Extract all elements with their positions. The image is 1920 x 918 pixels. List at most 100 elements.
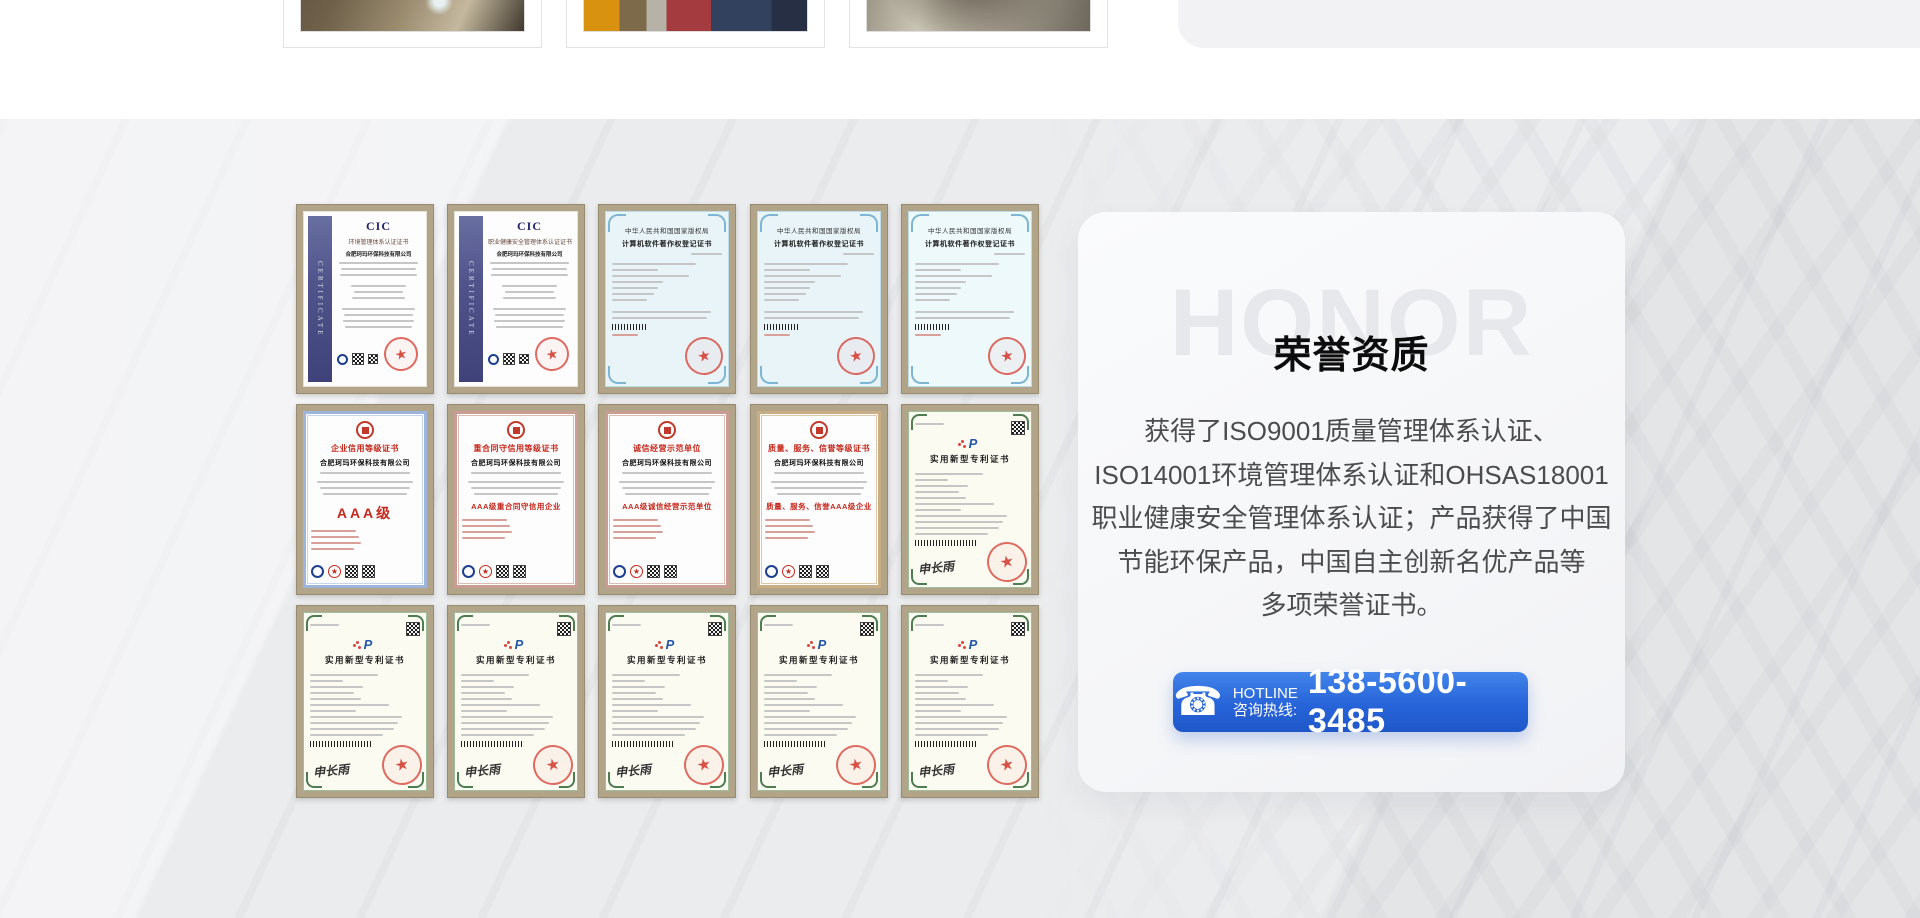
cert-text-line xyxy=(613,519,658,521)
cert-text-line xyxy=(502,285,557,287)
corner-ornament xyxy=(760,214,778,232)
barcode xyxy=(461,741,522,747)
honor-description: 获得了ISO9001质量管理体系认证、 ISO14001环境管理体系认证和OHS… xyxy=(1078,410,1625,628)
cert-text-line xyxy=(915,269,961,271)
certificate-copyright: 中华人民共和国国家版权局 计算机软件著作权登记证书 ★ xyxy=(901,204,1039,394)
cert-text-line xyxy=(612,317,707,319)
cic-band-label: CERTIFICATE xyxy=(467,261,475,338)
credit-emblem xyxy=(658,421,676,439)
certificate-cic: CERTIFICATE CIC 职业健康安全管理体系认证证书 合肥珂玛环保科技有… xyxy=(447,204,585,394)
cert-text-line xyxy=(612,311,711,313)
cert-text-line xyxy=(915,686,968,688)
cert-text-line xyxy=(311,548,354,550)
cert-text-line xyxy=(323,493,407,495)
description-line: 节能环保产品，中国自主创新名优产品等 xyxy=(1078,541,1625,585)
certificate-patent: P 实用新型专利证书 申长雨 ★ xyxy=(296,605,434,798)
corner-ornament xyxy=(911,615,927,631)
cert-text-line xyxy=(764,334,790,336)
cert-title: 计算机软件著作权登记证书 xyxy=(612,239,722,249)
cert-text-line xyxy=(764,686,817,688)
cert-text-line xyxy=(612,710,658,712)
corner-ornament xyxy=(760,366,778,384)
cert-text-line xyxy=(915,281,966,283)
project-photo-card-3[interactable] xyxy=(849,0,1108,48)
credit-round-logo xyxy=(462,565,475,578)
cic-band: CERTIFICATE xyxy=(459,216,483,382)
cert-text-line xyxy=(915,497,966,499)
cnipa-logo: P xyxy=(310,637,420,652)
barcode xyxy=(612,741,673,747)
cert-title: 计算机软件著作权登记证书 xyxy=(915,239,1025,249)
cert-text-line xyxy=(461,680,494,682)
certificate-cic: CERTIFICATE CIC 环境管理体系认证证书 合肥珂玛环保科技有限公司 … xyxy=(296,204,434,394)
cert-header-row xyxy=(612,622,722,636)
certificate-credit: 质量、服务、信誉等级证书 合肥珂玛环保科技有限公司 质量、服务、信誉AAA级企业… xyxy=(750,404,888,595)
cert-logos xyxy=(488,353,529,365)
cert-paper: 中华人民共和国国家版权局 计算机软件著作权登记证书 ★ xyxy=(605,211,729,387)
cert-logos: ★ xyxy=(462,565,570,578)
cert-logos xyxy=(337,353,378,365)
cert-text-line xyxy=(317,481,412,483)
cnipa-logo: P xyxy=(915,436,1025,451)
description-line: ISO14001环境管理体系认证和OHSAS18001 xyxy=(1078,454,1625,498)
cert-text-line xyxy=(764,710,810,712)
cert-text-line xyxy=(310,680,343,682)
hotline-button[interactable]: ☎ HOTLINE 咨询热线: 138-5600-3485 xyxy=(1173,672,1528,732)
cert-text-line xyxy=(310,716,402,718)
cert-text-line xyxy=(310,728,394,730)
cert-paper: P 实用新型专利证书 申长雨 ★ xyxy=(908,411,1032,588)
barcode xyxy=(915,324,950,330)
cert-text-line xyxy=(915,473,983,475)
cert-text-line xyxy=(354,291,404,293)
cert-text-line xyxy=(764,317,859,319)
cert-text-line xyxy=(461,734,534,736)
cic-logo: CIC xyxy=(488,219,571,234)
previous-section-panel xyxy=(1178,0,1920,48)
corner-ornament xyxy=(911,414,927,430)
cert-text-line xyxy=(341,268,416,270)
red-star-stamp: ★ xyxy=(630,565,643,578)
cic-round-logo xyxy=(337,354,348,365)
project-photo-card-2[interactable] xyxy=(566,0,825,48)
cert-paper: CERTIFICATE CIC 职业健康安全管理体系认证证书 合肥珂玛环保科技有… xyxy=(454,211,578,387)
cert-text-line xyxy=(495,314,565,316)
cert-text-line xyxy=(612,686,665,688)
hotline-number: 138-5600-3485 xyxy=(1308,663,1528,741)
cert-text-line xyxy=(612,263,696,265)
signature: 申长雨 xyxy=(463,760,501,781)
qr-code-icon xyxy=(352,353,364,365)
red-star-stamp: ★ xyxy=(782,565,795,578)
project-photo-card-1[interactable] xyxy=(283,0,542,48)
credit-round-logo xyxy=(613,565,626,578)
barcode xyxy=(310,741,371,747)
cert-text-line xyxy=(765,537,808,539)
qr-code-icon xyxy=(362,565,375,578)
signature: 申长雨 xyxy=(917,557,955,578)
cert-text-line xyxy=(462,519,507,521)
cert-text-line xyxy=(505,291,555,293)
cic-round-logo xyxy=(488,354,499,365)
certificate-patent: P 实用新型专利证书 申长雨 ★ xyxy=(901,404,1039,595)
cert-text-line xyxy=(915,293,957,295)
corner-ornament xyxy=(911,366,929,384)
cert-text-line xyxy=(915,722,1003,724)
cert-text-line xyxy=(310,734,383,736)
cert-award-text: 质量、服务、信誉AAA级企业 xyxy=(765,501,873,512)
description-line: 多项荣誉证书。 xyxy=(1078,584,1625,628)
cert-text-line xyxy=(468,481,563,483)
corner-ornament xyxy=(408,615,424,631)
credit-emblem xyxy=(507,421,525,439)
cnipa-logo: P xyxy=(461,637,571,652)
cert-company: 合肥珂玛环保科技有限公司 xyxy=(613,458,721,468)
cert-text-line xyxy=(915,710,961,712)
certificate-patent: P 实用新型专利证书 申长雨 ★ xyxy=(750,605,888,798)
page: CERTIFICATE CIC 环境管理体系认证证书 合肥珂玛环保科技有限公司 … xyxy=(0,0,1920,918)
cert-text-line xyxy=(915,311,1014,313)
corner-ornament xyxy=(860,214,878,232)
cert-header-row xyxy=(461,622,571,636)
cert-text-line xyxy=(471,487,562,489)
corner-ornament xyxy=(708,214,726,232)
cert-text-line xyxy=(915,317,1010,319)
cert-text-line xyxy=(915,485,968,487)
cert-text-line xyxy=(612,334,638,336)
